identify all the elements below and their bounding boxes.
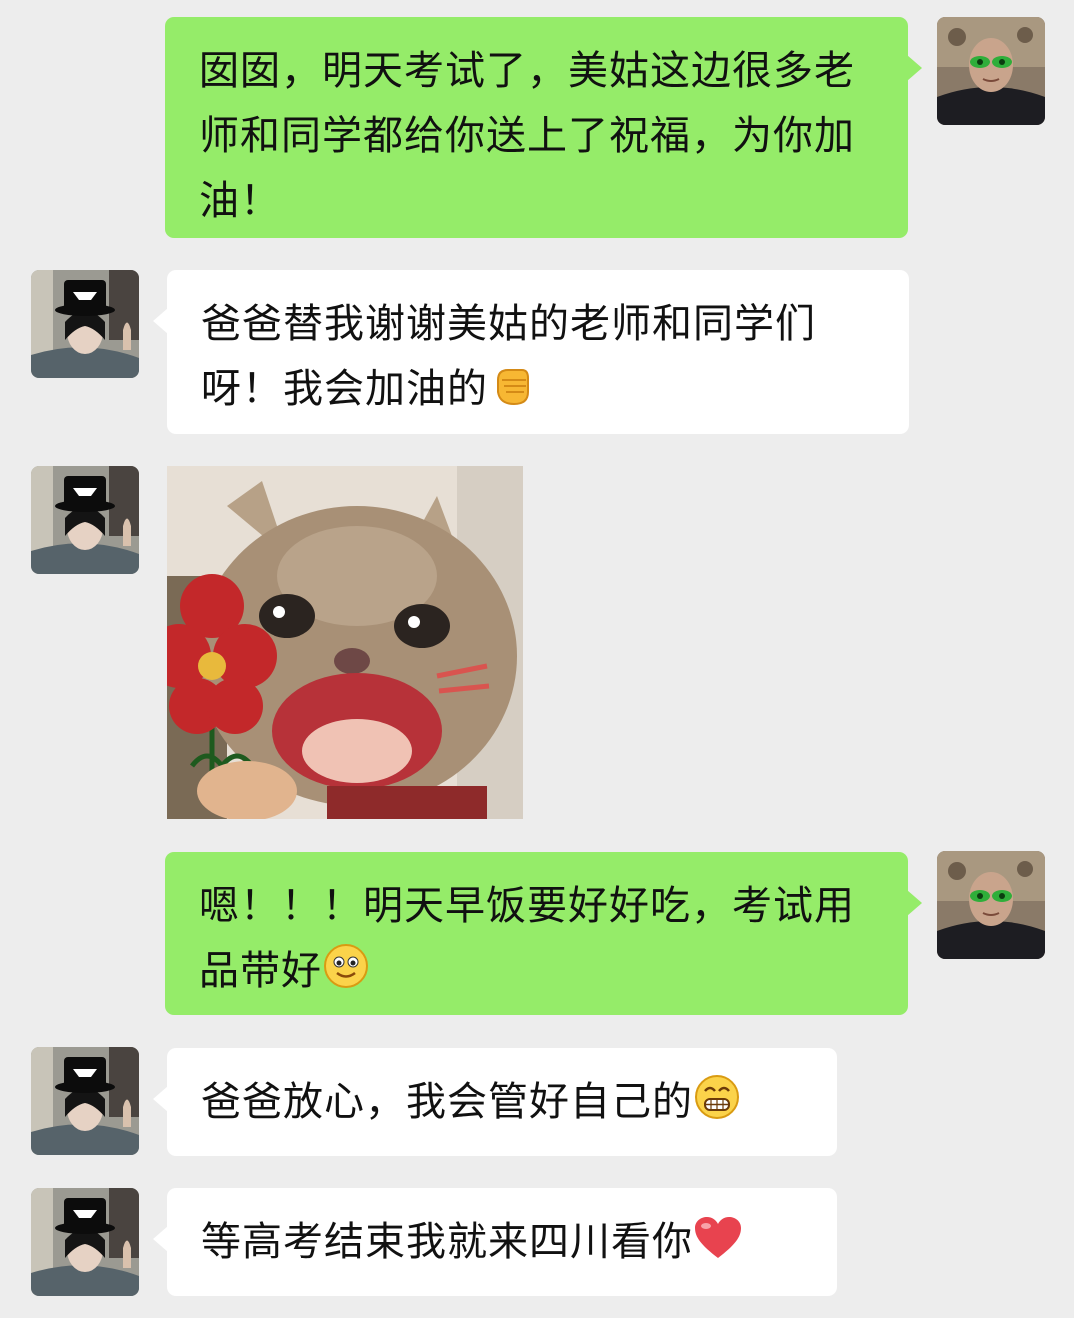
- grin-emoji: [693, 1073, 741, 1141]
- message-text: 爸爸放心，我会管好自己的: [201, 1079, 693, 1125]
- kid-avatar[interactable]: [31, 1047, 139, 1155]
- received-message-bubble[interactable]: 爸爸替我谢谢美姑的老师和同学们呀！我会加油的: [153, 270, 909, 434]
- heart-emoji: [693, 1215, 743, 1281]
- kid-avatar[interactable]: [31, 1188, 139, 1296]
- received-message-bubble[interactable]: 等高考结束我就来四川看你: [153, 1188, 837, 1296]
- smile-emoji: [322, 942, 370, 1010]
- dad-avatar[interactable]: [937, 17, 1045, 125]
- message-text: 囡囡，明天考试了，美姑这边很多老师和同学都给你送上了祝福，为你加油！: [199, 48, 855, 224]
- message-text: 等高考结束我就来四川看你: [201, 1219, 693, 1265]
- dad-avatar[interactable]: [937, 851, 1045, 959]
- cat-with-flower-sticker[interactable]: [167, 466, 523, 819]
- kid-avatar[interactable]: [31, 466, 139, 574]
- message-text: 嗯！！！明天早饭要好好吃，考试用品带好: [199, 883, 855, 994]
- sent-message-bubble[interactable]: 囡囡，明天考试了，美姑这边很多老师和同学都给你送上了祝福，为你加油！: [165, 17, 922, 238]
- received-message-bubble[interactable]: 爸爸放心，我会管好自己的: [153, 1048, 837, 1156]
- fist-emoji: [488, 362, 534, 428]
- sent-message-bubble[interactable]: 嗯！！！明天早饭要好好吃，考试用品带好: [165, 852, 922, 1015]
- kid-avatar[interactable]: [31, 270, 139, 378]
